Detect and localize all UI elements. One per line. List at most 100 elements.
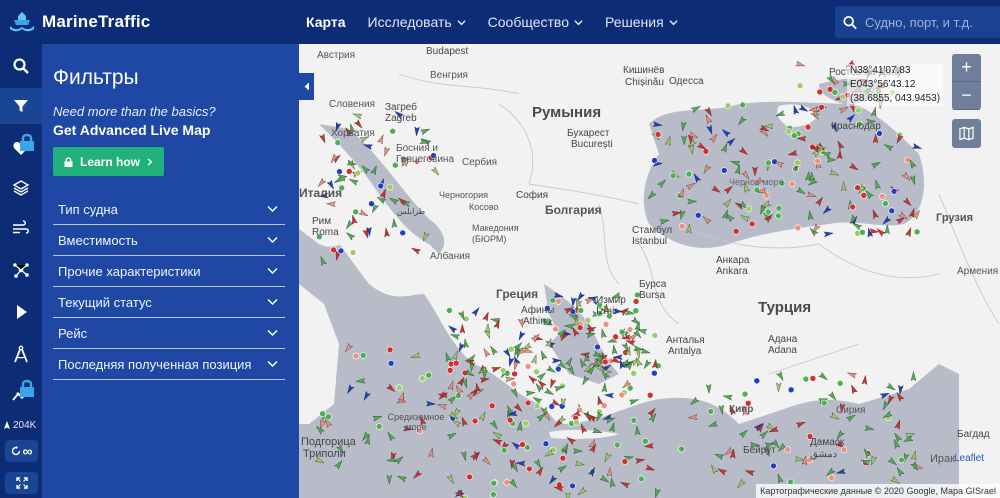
moving-vessel-marker[interactable] <box>688 144 695 155</box>
anchored-vessel-marker[interactable] <box>739 101 747 109</box>
anchored-vessel-marker[interactable] <box>446 307 453 314</box>
moving-vessel-marker[interactable] <box>379 188 388 199</box>
moving-vessel-marker[interactable] <box>690 104 701 113</box>
moving-vessel-marker[interactable] <box>484 322 491 334</box>
moving-vessel-marker[interactable] <box>606 466 613 477</box>
anchored-vessel-marker[interactable] <box>387 359 395 367</box>
moving-vessel-marker[interactable] <box>893 432 903 443</box>
anchored-vessel-marker[interactable] <box>809 375 817 382</box>
moving-vessel-marker[interactable] <box>871 209 879 220</box>
leaflet-credit[interactable]: Leaflet <box>954 453 984 464</box>
moving-vessel-marker[interactable] <box>706 124 715 135</box>
moving-vessel-marker[interactable] <box>420 127 431 136</box>
moving-vessel-marker[interactable] <box>738 428 749 439</box>
collapse-panel-button[interactable] <box>299 73 314 100</box>
anchored-vessel-marker[interactable] <box>879 193 886 200</box>
moving-vessel-marker[interactable] <box>628 397 640 406</box>
moving-vessel-marker[interactable] <box>726 136 737 147</box>
filter-capacity[interactable]: Вместимость <box>53 225 285 256</box>
moving-vessel-marker[interactable] <box>702 164 712 174</box>
anchored-vessel-marker[interactable] <box>818 103 825 111</box>
anchored-vessel-marker[interactable] <box>790 132 798 139</box>
moving-vessel-marker[interactable] <box>564 356 574 368</box>
filter-last-position[interactable]: Последняя полученная позиция <box>53 349 285 380</box>
moving-vessel-marker[interactable] <box>372 414 383 422</box>
anchored-vessel-marker[interactable] <box>612 333 619 341</box>
anchored-vessel-marker[interactable] <box>828 474 835 482</box>
moving-vessel-marker[interactable] <box>776 370 786 381</box>
moving-vessel-marker[interactable] <box>720 127 731 138</box>
moving-vessel-marker[interactable] <box>910 371 917 381</box>
moving-vessel-marker[interactable] <box>744 468 755 477</box>
moving-vessel-marker[interactable] <box>687 414 698 421</box>
moving-vessel-marker[interactable] <box>776 473 784 484</box>
rail-layers-button[interactable] <box>0 170 42 206</box>
moving-vessel-marker[interactable] <box>427 447 435 458</box>
moving-vessel-marker[interactable] <box>603 452 612 463</box>
moving-vessel-marker[interactable] <box>722 197 733 208</box>
moving-vessel-marker[interactable] <box>478 411 487 422</box>
moving-vessel-marker[interactable] <box>722 393 733 401</box>
anchored-vessel-marker[interactable] <box>499 367 507 374</box>
moving-vessel-marker[interactable] <box>671 210 682 217</box>
moving-vessel-marker[interactable] <box>461 378 469 389</box>
nav-community[interactable]: Сообщество <box>488 14 583 30</box>
anchored-vessel-marker[interactable] <box>569 482 576 490</box>
moving-vessel-marker[interactable] <box>446 431 457 440</box>
moving-vessel-marker[interactable] <box>397 392 406 403</box>
anchored-vessel-marker[interactable] <box>522 420 529 427</box>
moving-vessel-marker[interactable] <box>707 420 719 429</box>
anchored-vessel-marker[interactable] <box>594 343 601 351</box>
moving-vessel-marker[interactable] <box>836 140 845 151</box>
moving-vessel-marker[interactable] <box>377 134 385 145</box>
anchored-vessel-marker[interactable] <box>724 102 732 110</box>
anchored-vessel-marker[interactable] <box>748 220 756 228</box>
moving-vessel-marker[interactable] <box>414 126 420 137</box>
anchored-vessel-marker[interactable] <box>890 188 898 195</box>
rail-search-button[interactable] <box>0 48 42 84</box>
moving-vessel-marker[interactable] <box>838 105 849 114</box>
moving-vessel-marker[interactable] <box>909 174 917 186</box>
moving-vessel-marker[interactable] <box>314 424 325 435</box>
moving-vessel-marker[interactable] <box>645 464 656 473</box>
moving-vessel-marker[interactable] <box>911 143 923 151</box>
learn-how-button[interactable]: Learn how <box>53 147 164 176</box>
anchored-vessel-marker[interactable] <box>349 249 357 256</box>
anchored-vessel-marker[interactable] <box>685 170 693 178</box>
anchored-vessel-marker[interactable] <box>510 380 517 388</box>
anchored-vessel-marker[interactable] <box>646 391 654 399</box>
anchored-vessel-marker[interactable] <box>425 371 433 379</box>
map-attribution[interactable]: Картографические данные © 2020 Google, M… <box>756 484 1000 498</box>
anchored-vessel-marker[interactable] <box>337 247 345 255</box>
anchored-vessel-marker[interactable] <box>399 229 406 237</box>
moving-vessel-marker[interactable] <box>352 111 363 120</box>
anchored-vessel-marker[interactable] <box>836 379 844 387</box>
moving-vessel-marker[interactable] <box>709 133 719 144</box>
anchored-vessel-marker[interactable] <box>446 366 454 374</box>
moving-vessel-marker[interactable] <box>798 104 809 114</box>
moving-vessel-marker[interactable] <box>635 457 646 464</box>
moving-vessel-marker[interactable] <box>586 325 597 334</box>
moving-vessel-marker[interactable] <box>426 400 437 407</box>
anchored-vessel-marker[interactable] <box>860 192 868 199</box>
moving-vessel-marker[interactable] <box>507 356 515 368</box>
moving-vessel-marker[interactable] <box>792 104 800 116</box>
anchored-vessel-marker[interactable] <box>651 157 658 164</box>
anchored-vessel-marker[interactable] <box>770 462 777 470</box>
moving-vessel-marker[interactable] <box>530 354 538 365</box>
moving-vessel-marker[interactable] <box>570 296 577 308</box>
moving-vessel-marker[interactable] <box>883 142 894 152</box>
moving-vessel-marker[interactable] <box>394 455 405 465</box>
moving-vessel-marker[interactable] <box>894 419 903 430</box>
anchored-vessel-marker[interactable] <box>490 479 498 487</box>
moving-vessel-marker[interactable] <box>515 460 526 467</box>
moving-vessel-marker[interactable] <box>818 371 829 381</box>
moving-vessel-marker[interactable] <box>659 218 670 225</box>
anchored-vessel-marker[interactable] <box>820 399 828 407</box>
anchored-vessel-marker[interactable] <box>542 440 550 448</box>
moving-vessel-marker[interactable] <box>345 384 355 395</box>
moving-vessel-marker[interactable] <box>602 368 613 375</box>
anchored-vessel-marker[interactable] <box>345 168 353 175</box>
moving-vessel-marker[interactable] <box>525 390 536 397</box>
anchored-vessel-marker[interactable] <box>669 172 677 180</box>
